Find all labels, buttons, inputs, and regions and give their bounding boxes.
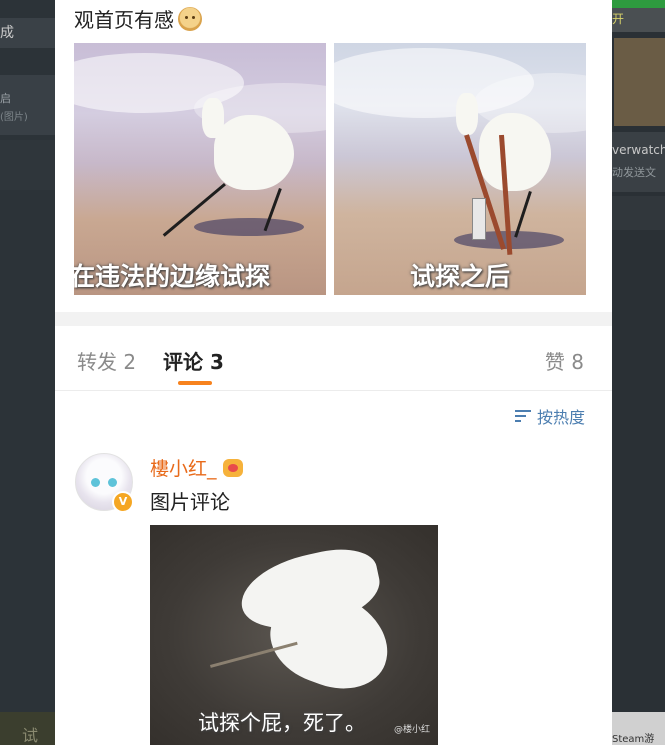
bg-title-text: 成 (0, 25, 14, 41)
tab-comment[interactable]: 评论 3 (163, 346, 224, 375)
comment-username[interactable]: 樓小红_ (150, 454, 243, 481)
image-watermark: @楼小红 (393, 725, 430, 735)
bg-tab-text: 开 (612, 12, 625, 26)
bg-card-title: verwatch (612, 143, 665, 157)
post-image-1[interactable]: 在违法的边缘试探 (74, 43, 326, 295)
bg-card-subtitle: 动发送文 (612, 166, 656, 179)
tab-repost-count: 2 (123, 350, 137, 374)
bg-bottom-text: 试 (22, 726, 39, 745)
weibo-post-detail: 观首页有感 在违法的边缘试探 试探之后 转发 2 评论 3 赞 8 按热度 V … (55, 0, 612, 745)
post-text-content: 观首页有感 (74, 8, 174, 32)
bg-green-bar (612, 0, 665, 8)
background-app-left: 成 启 (图片) 试 (0, 0, 55, 745)
post-text: 观首页有感 (74, 4, 202, 33)
egret-body (479, 113, 551, 191)
image-caption: 在违法的边缘试探 (74, 262, 271, 291)
tab-like[interactable]: 赞 8 (545, 346, 584, 375)
background-app-right: 开 verwatch 动发送文 Steam游 (612, 0, 665, 745)
comment-text: 图片评论 (150, 490, 230, 514)
tab-repost-label: 转发 (77, 350, 117, 374)
doge-emoji-icon (178, 6, 202, 31)
comment-image-caption: 试探个屁，死了。 (198, 711, 366, 735)
bg-item-subtext: (图片) (0, 112, 28, 123)
egret-body (325, 560, 370, 600)
avatar-eye (91, 478, 100, 487)
bg-card (612, 196, 665, 230)
sort-by-hot-button[interactable]: 按热度 (514, 404, 585, 428)
tab-comment-count: 3 (209, 350, 224, 374)
username-text: 樓小红_ (150, 458, 217, 480)
post-image-2[interactable]: 试探之后 (334, 43, 586, 295)
bg-card (612, 132, 665, 192)
section-divider (55, 312, 612, 326)
sort-label: 按热度 (536, 408, 585, 427)
tab-comment-label: 评论 (163, 350, 203, 374)
bg-bottom-text: Steam游 (612, 734, 655, 745)
egret-body (214, 115, 294, 190)
verified-badge-icon: V (112, 491, 134, 513)
member-badge-icon (222, 458, 243, 477)
bandaged-leg (472, 198, 486, 240)
avatar-eye (108, 478, 117, 487)
bg-thumbnail (614, 38, 665, 126)
tab-like-label: 赞 (544, 350, 565, 374)
interaction-tabs: 转发 2 评论 3 赞 8 (55, 326, 612, 391)
bg-item-text: 启 (0, 92, 11, 105)
bird-shadow (194, 218, 304, 236)
tab-like-count: 8 (571, 350, 584, 374)
bg-list-item (0, 140, 55, 190)
sort-icon (514, 409, 531, 423)
comment-image[interactable]: 试探个屁，死了。 @楼小红 (150, 525, 438, 745)
egret-neck (456, 93, 478, 135)
tab-repost[interactable]: 转发 2 (77, 346, 136, 375)
active-tab-indicator (178, 381, 212, 385)
image-caption: 试探之后 (409, 262, 510, 291)
comment-item: V 樓小红_ 图片评论 试探个屁，死了。 @楼小红 (75, 450, 595, 745)
egret-neck (202, 98, 224, 138)
